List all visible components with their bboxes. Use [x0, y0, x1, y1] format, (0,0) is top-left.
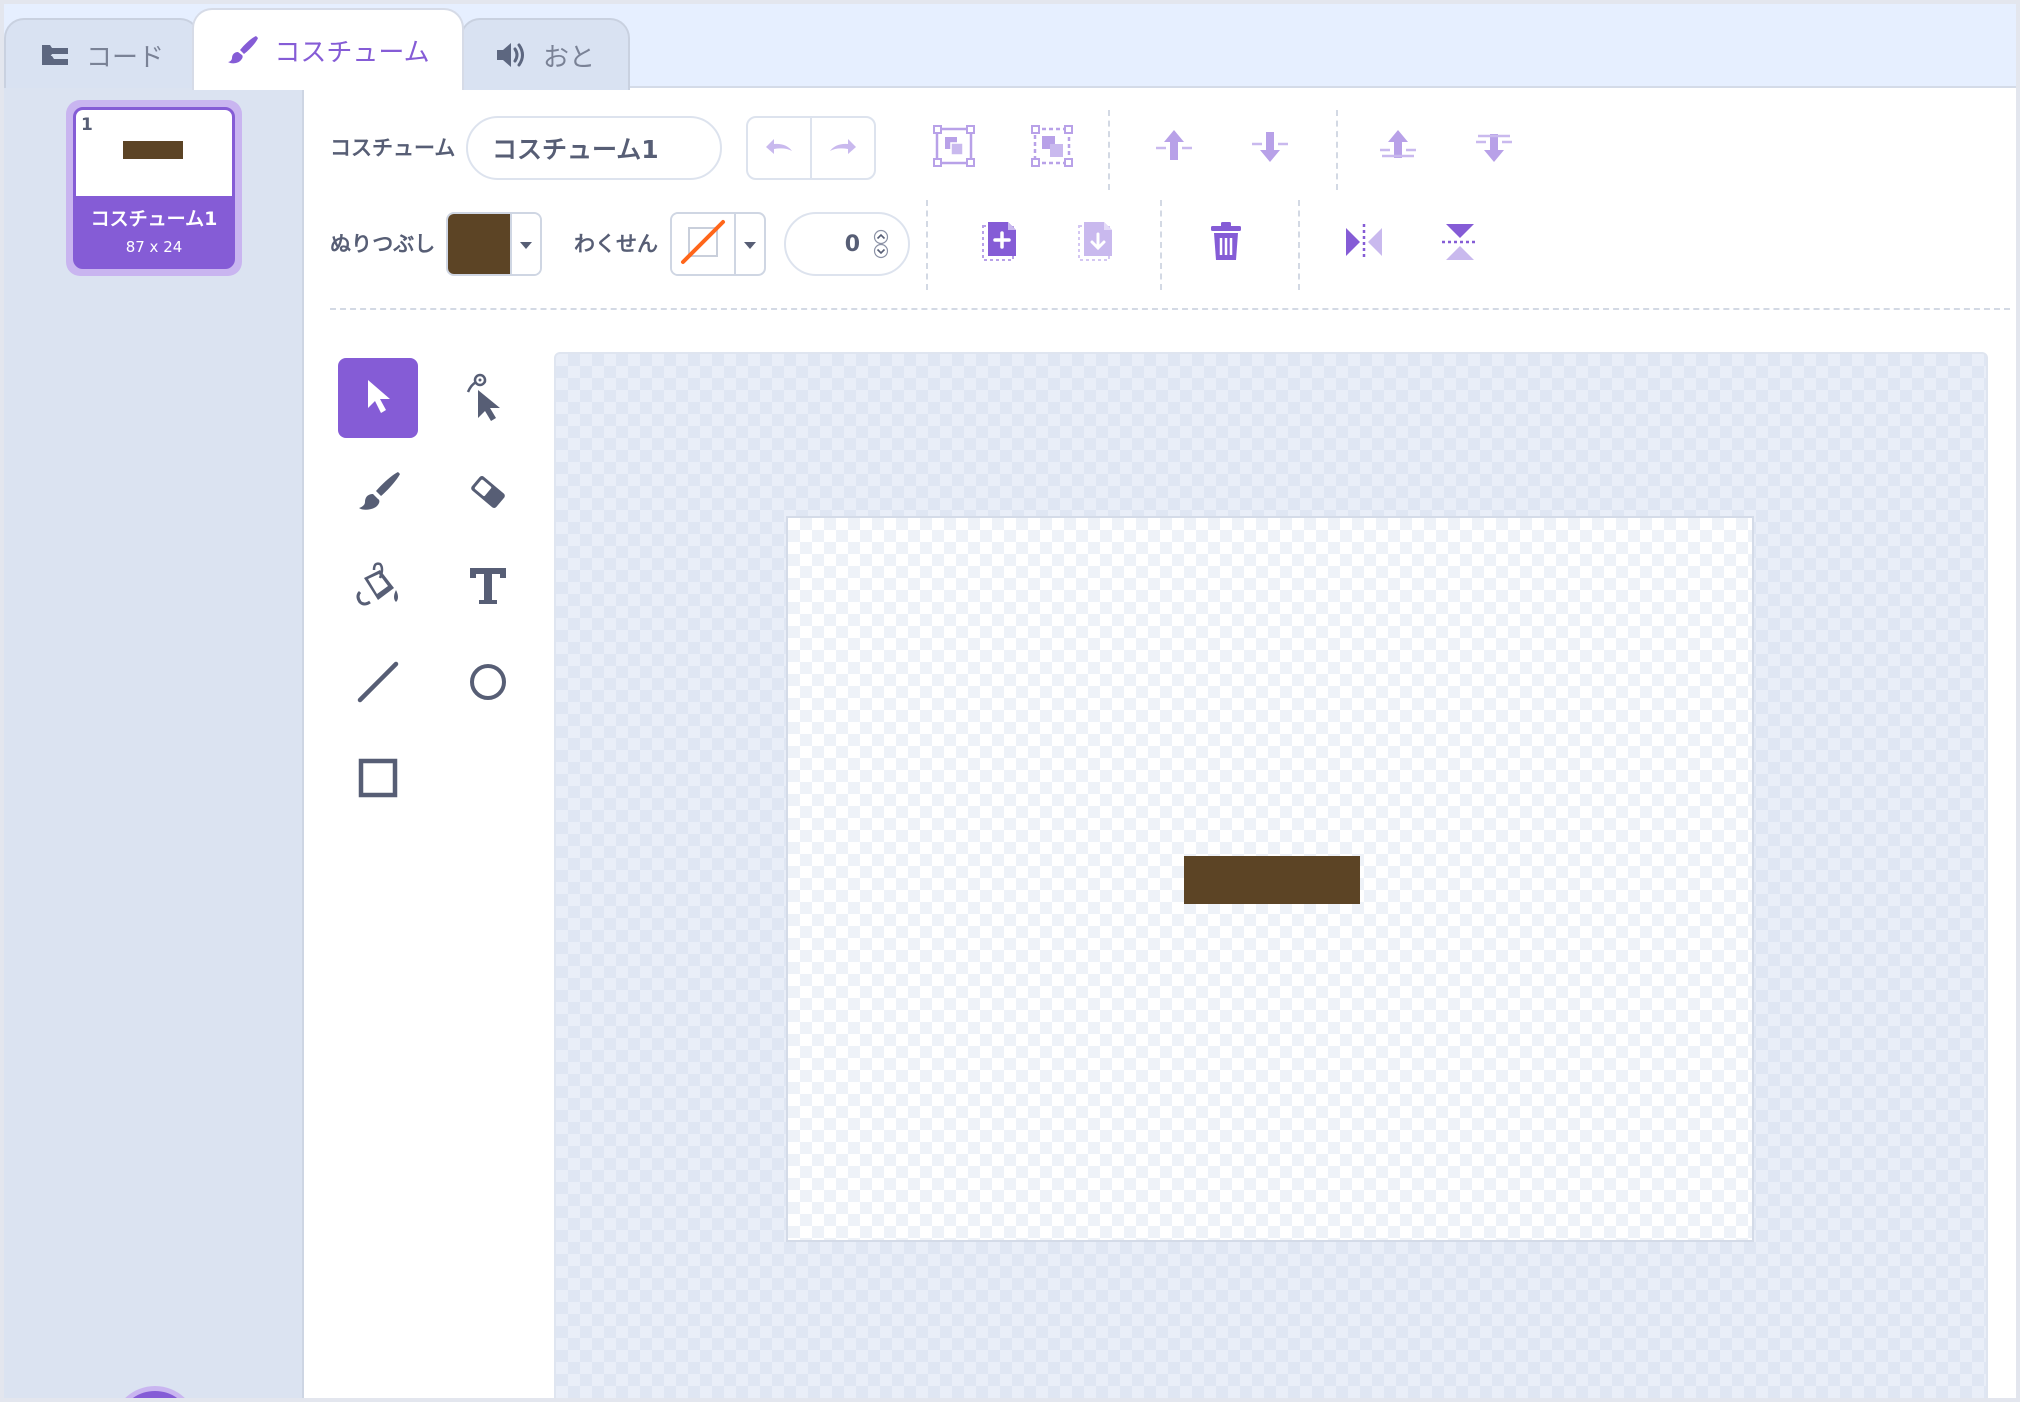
costume-name-input[interactable] — [466, 116, 722, 180]
add-costume-button[interactable] — [112, 1386, 198, 1398]
group-button[interactable] — [926, 120, 982, 176]
copy-button[interactable] — [972, 216, 1028, 272]
arrow-pointer-icon — [358, 374, 398, 422]
outline-color-swatch — [672, 214, 734, 274]
paint-canvas-area[interactable] — [554, 352, 1988, 1398]
toolbar-divider — [926, 200, 928, 290]
costume-list: 1 コスチューム1 87 x 24 — [4, 88, 304, 1398]
stepper-arrows-icon — [873, 229, 889, 259]
fill-dropdown-arrow — [510, 214, 540, 274]
paste-icon — [1076, 220, 1116, 268]
tab-bar: コード コスチューム おと — [4, 4, 2016, 90]
ungroup-button[interactable] — [1024, 120, 1080, 176]
copy-icon — [980, 220, 1020, 268]
costume-item-size: 87 x 24 — [125, 238, 183, 256]
flip-horizontal-icon — [1342, 220, 1386, 268]
bring-to-front-icon — [1376, 124, 1420, 172]
costume-index: 1 — [81, 115, 93, 135]
circle-icon — [466, 660, 510, 708]
tool-circle[interactable] — [448, 644, 528, 724]
group-icon — [932, 124, 976, 172]
tool-select[interactable] — [338, 358, 418, 438]
tool-eraser[interactable] — [448, 454, 528, 534]
redo-button[interactable] — [810, 118, 874, 178]
costume-item[interactable]: 1 コスチューム1 87 x 24 — [66, 100, 242, 276]
outline-dropdown-arrow — [734, 214, 764, 274]
front-button[interactable] — [1370, 120, 1426, 176]
delete-button[interactable] — [1198, 216, 1254, 272]
paintbrush-icon — [226, 33, 260, 67]
costume-item-name: コスチューム1 — [90, 208, 218, 230]
tool-reshape[interactable] — [448, 358, 528, 438]
rectangle-icon — [356, 756, 400, 804]
tool-line[interactable] — [338, 644, 418, 724]
paint-editor: コスチューム コスチューム1 ぬりつぶし わくせん 0 — [306, 90, 2016, 1398]
tab-costumes-label: コスチューム — [274, 37, 430, 68]
send-to-back-icon — [1472, 124, 1516, 172]
speaker-icon — [495, 40, 529, 70]
fill-color-swatch — [448, 214, 510, 274]
toolbar-separator — [330, 308, 2010, 310]
toolbar-divider — [1160, 200, 1162, 290]
code-blocks-icon — [40, 43, 72, 67]
tab-sounds-label: おと — [542, 42, 595, 73]
line-icon — [356, 660, 400, 708]
ungroup-icon — [1030, 124, 1074, 172]
tab-code[interactable]: コード — [4, 18, 200, 90]
costume-canvas[interactable] — [786, 516, 1754, 1242]
outline-label: わくせん — [574, 232, 658, 256]
backward-button[interactable] — [1242, 120, 1298, 176]
paint-editor-window: コード コスチューム おと 1 コスチューム1 87 x 24 コスチューム コ… — [0, 0, 2020, 1402]
back-button[interactable] — [1466, 120, 1522, 176]
rectangle-shape[interactable] — [1184, 856, 1360, 904]
forward-button[interactable] — [1146, 120, 1202, 176]
redo-icon — [826, 135, 860, 161]
move-backward-icon — [1248, 124, 1292, 172]
brush-icon — [354, 468, 402, 520]
outline-color-picker[interactable] — [670, 212, 766, 276]
tool-text[interactable] — [448, 548, 528, 628]
undo-button[interactable] — [748, 118, 810, 178]
undo-redo-group — [746, 116, 876, 180]
costume-thumbnail: 1 — [76, 110, 232, 196]
costume-thumbnail-shape — [123, 141, 183, 159]
eraser-icon — [464, 468, 512, 520]
flip-horizontal-button[interactable] — [1336, 216, 1392, 272]
tab-costumes[interactable]: コスチューム — [192, 8, 464, 90]
text-icon — [466, 564, 510, 612]
flip-vertical-icon — [1438, 220, 1482, 268]
fill-color-picker[interactable] — [446, 212, 542, 276]
move-forward-icon — [1152, 124, 1196, 172]
tool-fill[interactable] — [338, 548, 418, 628]
reshape-icon — [464, 370, 512, 426]
toolbar-divider — [1108, 110, 1110, 190]
outline-width-value: 0 — [844, 231, 860, 257]
tab-sounds[interactable]: おと — [460, 18, 630, 90]
toolbar-divider — [1298, 200, 1300, 290]
undo-icon — [762, 135, 796, 161]
paste-button[interactable] — [1068, 216, 1124, 272]
tab-code-label: コード — [85, 42, 164, 73]
fill-label: ぬりつぶし — [330, 232, 436, 256]
caret-down-icon — [519, 235, 533, 254]
caret-down-icon — [743, 235, 757, 254]
tool-brush[interactable] — [338, 454, 418, 534]
no-color-icon — [677, 216, 729, 272]
outline-width-input[interactable]: 0 — [784, 212, 910, 276]
outline-width-stepper[interactable] — [872, 229, 890, 259]
trash-icon — [1206, 220, 1246, 268]
toolbar-divider — [1336, 110, 1338, 190]
paint-bucket-icon — [352, 562, 404, 614]
tool-rectangle[interactable] — [338, 740, 418, 820]
costume-item-selected-frame: 1 コスチューム1 87 x 24 — [73, 107, 235, 269]
flip-vertical-button[interactable] — [1432, 216, 1488, 272]
costume-name-label: コスチューム — [330, 136, 456, 160]
